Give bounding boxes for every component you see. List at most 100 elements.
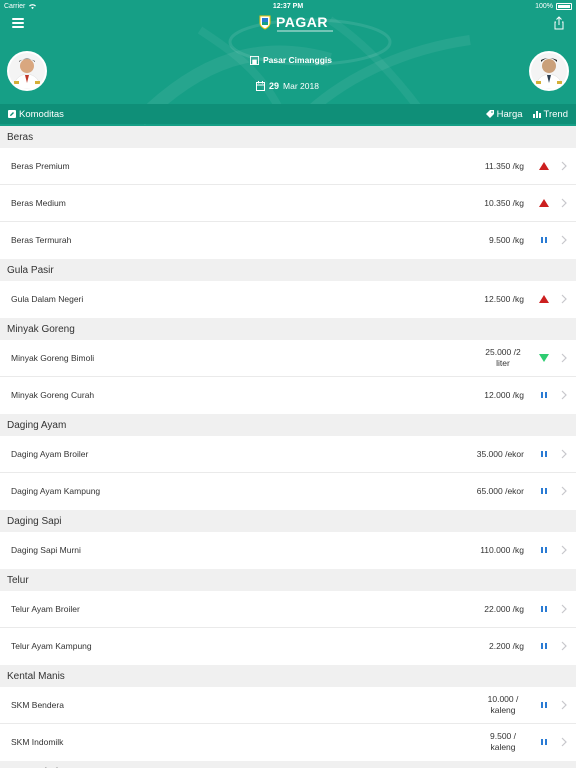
chevron-right-icon [561,641,567,651]
section-header: Daging Ayam [0,414,576,436]
section-items: SKM Bendera 10.000 / kaleng SKM Indomilk 9.… [0,687,576,761]
commodity-price: 12.000 /kg [484,389,524,400]
commodity-price: 11.350 /kg [484,160,524,171]
commodity-list: Beras Beras Premium 11.350 /kg Beras Medium… [0,126,576,768]
commodity-row[interactable]: SKM Bendera 10.000 / kaleng [0,687,576,724]
trend-stable-icon [541,702,547,708]
commodity-price: 65.000 /ekor [476,485,524,496]
market-name: Pasar Cimanggis [263,55,332,65]
commodity-price: 22.000 /kg [484,603,524,614]
commodity-name: Minyak Goreng Curah [11,390,95,400]
date-selector[interactable]: 29 Mar 2018 [256,81,319,91]
trend-stable-icon [541,606,547,612]
commodity-name: Beras Termurah [11,235,72,245]
section-items: Telur Ayam Broiler 22.000 /kg Telur Ayam K… [0,591,576,665]
trend-up-icon [539,162,549,170]
section-items: Gula Dalam Negeri 12.500 /kg [0,281,576,318]
commodity-price: 9.500 / kaleng [490,731,516,752]
section-items: Daging Sapi Murni 110.000 /kg [0,532,576,569]
price-tag-icon [485,110,494,118]
commodity-price: 25.000 /2 liter [485,347,521,368]
trend-stable-icon [541,547,547,553]
commodity-row[interactable]: Telur Ayam Kampung 2.200 /kg [0,628,576,665]
tab-komoditas-label: Komoditas [19,108,64,120]
commodity-price: 110.000 /kg [480,544,524,555]
tab-komoditas[interactable]: Komoditas [8,109,64,120]
chevron-right-icon [561,161,567,171]
commodity-name: SKM Bendera [11,700,64,710]
commodity-price: 10.350 /kg [484,197,524,208]
commodity-name: Daging Ayam Broiler [11,449,89,459]
chevron-right-icon [561,545,567,555]
commodity-price: 10.000 / kaleng [487,694,519,715]
commodity-price: 35.000 /ekor [476,448,524,459]
app-logo: PAGAR [258,14,328,30]
chevron-right-icon [561,737,567,747]
commodity-name: SKM Indomilk [11,737,64,747]
column-tabs: Komoditas Harga Trend [0,104,576,124]
commodity-price: 12.500 /kg [484,293,524,304]
chevron-right-icon [561,294,567,304]
section-header: Gula Pasir [0,259,576,281]
commodity-row[interactable]: Minyak Goreng Bimoli 25.000 /2 liter [0,340,576,377]
tab-trend-label: Trend [543,108,568,120]
section-header: Telur [0,569,576,591]
tab-trend[interactable]: Trend [532,108,568,120]
trend-stable-icon [541,739,547,745]
official-avatar-right [529,51,569,91]
commodity-row[interactable]: Daging Ayam Kampung 65.000 /ekor [0,473,576,510]
trend-stable-icon [541,451,547,457]
chevron-right-icon [561,235,567,245]
commodity-price: 2.200 /kg [489,640,524,651]
commodity-row[interactable]: Daging Ayam Broiler 35.000 /ekor [0,436,576,473]
trend-stable-icon [541,237,547,243]
section-header: Beras [0,126,576,148]
wifi-icon [29,3,37,9]
commodity-price: 9.500 /kg [489,234,524,245]
commodity-name: Telur Ayam Kampung [11,641,92,651]
commodity-row[interactable]: Beras Medium 10.350 /kg [0,185,576,222]
battery-icon [556,2,572,10]
chevron-right-icon [561,700,567,710]
share-icon[interactable] [552,16,566,30]
commodity-row[interactable]: Gula Dalam Negeri 12.500 /kg [0,281,576,318]
trend-up-icon [539,295,549,303]
commodity-row[interactable]: SKM Indomilk 9.500 / kaleng [0,724,576,761]
commodity-name: Beras Premium [11,161,70,171]
app-header: Carrier 12:37 PM 100% PAGAR Pasar Cimang… [0,0,576,126]
commodity-name: Minyak Goreng Bimoli [11,353,95,363]
emblem-icon [259,15,271,30]
market-selector[interactable]: Pasar Cimanggis [250,55,332,65]
section-header: Susu Bubuk [0,761,576,768]
bar-chart-icon [532,111,541,118]
app-title: PAGAR [276,14,329,30]
chevron-right-icon [561,486,567,496]
section-header: Minyak Goreng [0,318,576,340]
commodity-row[interactable]: Minyak Goreng Curah 12.000 /kg [0,377,576,414]
edit-icon [8,110,16,118]
tab-harga[interactable]: Harga [485,108,523,120]
calendar-icon [256,81,265,91]
battery-percent: 100% [535,2,553,10]
tab-harga-label: Harga [496,108,523,120]
menu-icon[interactable] [12,18,24,28]
section-items: Beras Premium 11.350 /kg Beras Medium 10.35… [0,148,576,259]
trend-up-icon [539,199,549,207]
commodity-row[interactable]: Beras Premium 11.350 /kg [0,148,576,185]
section-header: Kental Manis [0,665,576,687]
commodity-row[interactable]: Beras Termurah 9.500 /kg [0,222,576,259]
carrier-label: Carrier [4,2,26,10]
commodity-row[interactable]: Daging Sapi Murni 110.000 /kg [0,532,576,569]
commodity-row[interactable]: Telur Ayam Broiler 22.000 /kg [0,591,576,628]
trend-stable-icon [541,643,547,649]
section-items: Daging Ayam Broiler 35.000 /ekor Daging Ay… [0,436,576,510]
section-items: Minyak Goreng Bimoli 25.000 /2 liter Minya… [0,340,576,414]
commodity-name: Telur Ayam Broiler [11,604,80,614]
status-bar: Carrier 12:37 PM 100% [0,0,576,12]
chevron-right-icon [561,198,567,208]
commodity-name: Gula Dalam Negeri [11,294,84,304]
date-day: 29 [269,81,280,91]
chevron-right-icon [561,604,567,614]
trend-stable-icon [541,488,547,494]
section-header: Daging Sapi [0,510,576,532]
